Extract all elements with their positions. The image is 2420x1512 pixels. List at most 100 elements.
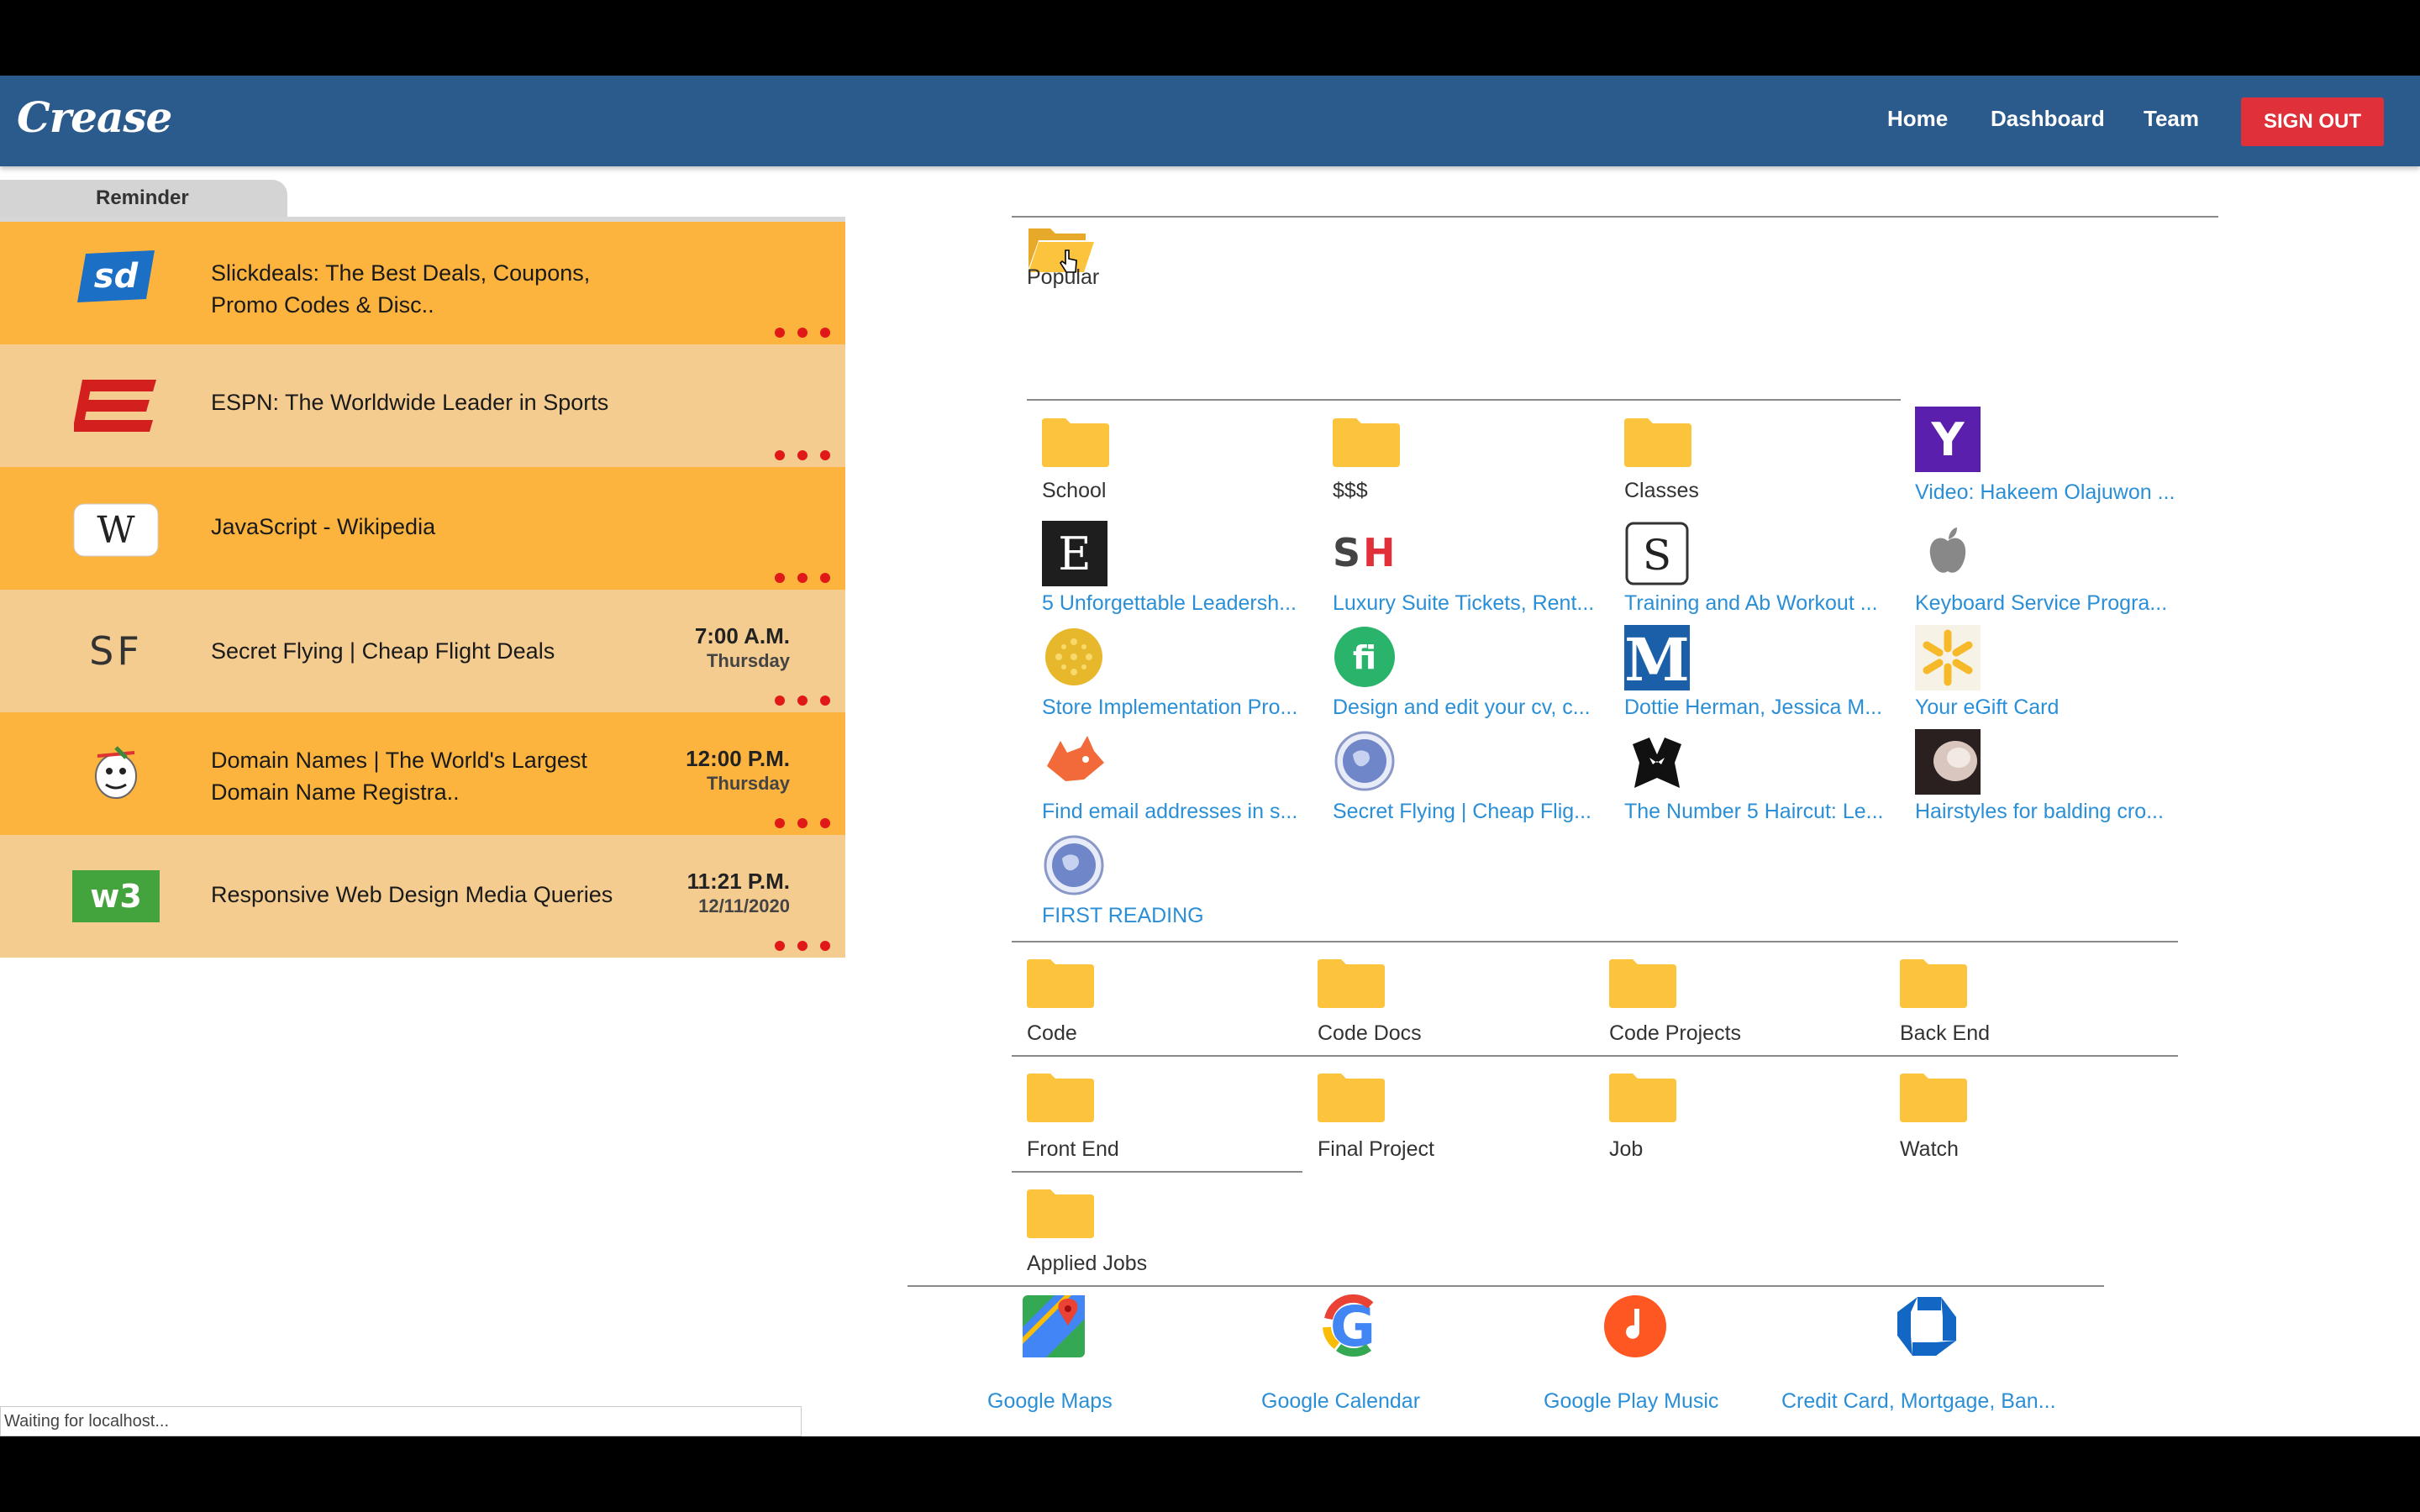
svg-text:SF: SF <box>89 628 143 674</box>
reminder-menu-button[interactable] <box>775 573 830 586</box>
folder-label: Code <box>1027 1021 1077 1045</box>
reminder-title: Responsive Web Design Media Queries <box>211 882 613 907</box>
nav-dashboard-link[interactable]: Dashboard <box>1991 106 2105 132</box>
divider <box>1012 1055 2178 1057</box>
yahoo-icon: Y <box>1915 407 1981 472</box>
reminder-tab[interactable]: Reminder <box>0 180 287 217</box>
bookmark-label: Find email addresses in s... <box>1042 800 1298 823</box>
bookmark-label: Store Implementation Pro... <box>1042 696 1298 719</box>
folder-label: Code Docs <box>1318 1021 1422 1045</box>
godaddy-icon <box>72 744 160 803</box>
entrepreneur-icon: E <box>1042 521 1107 586</box>
svg-text:E: E <box>1058 528 1091 580</box>
folder-icon <box>1900 959 1967 1008</box>
reminder-menu-button[interactable] <box>775 941 830 954</box>
suite-hop-icon: SH <box>1333 521 1398 586</box>
svg-text:S: S <box>1333 530 1358 575</box>
app-label: Google Maps <box>987 1389 1113 1413</box>
app-label: Google Calendar <box>1261 1389 1421 1413</box>
folder-label: Applied Jobs <box>1027 1252 1148 1275</box>
divider <box>1012 216 2218 218</box>
folder-label: Back End <box>1900 1021 1991 1045</box>
app-window: Crease Home Dashboard Team SIGN OUT Remi… <box>0 76 2420 1436</box>
bookmark-label: Design and edit your cv, c... <box>1333 696 1591 719</box>
folder-icon <box>1318 959 1385 1008</box>
apple-icon <box>1915 521 1981 586</box>
reminder-time: 7:00 A.M. Thursday <box>664 623 790 674</box>
folder-icon <box>1027 1189 1094 1238</box>
folder-icon <box>1900 1074 1967 1122</box>
globe-icon <box>1042 833 1107 899</box>
svg-text:w3: w3 <box>90 878 142 915</box>
folder-icon <box>1042 418 1109 467</box>
bookmark-label: The Number 5 Haircut: Le... <box>1624 800 1884 823</box>
reminder-menu-button[interactable] <box>775 818 830 832</box>
cv-design-icon: fi <box>1333 625 1398 690</box>
folder-icon <box>1609 959 1676 1008</box>
reminder-menu-button[interactable] <box>775 328 830 341</box>
svg-text:M: M <box>1624 625 1690 690</box>
bookmark-label: 5 Unforgettable Leadersh... <box>1042 591 1297 615</box>
bookmark-label: Dottie Herman, Jessica M... <box>1624 696 1883 719</box>
folder-label: $$$ <box>1333 479 1368 502</box>
wikipedia-icon: W <box>72 501 160 559</box>
reminder-item[interactable]: Domain Names | The World's Largest Domai… <box>0 712 845 835</box>
folder-icon <box>1333 418 1400 467</box>
bookmark-label: Luxury Suite Tickets, Rent... <box>1333 591 1595 615</box>
reminder-item[interactable]: W JavaScript - Wikipedia <box>0 467 845 590</box>
w3schools-icon: w3 <box>72 867 160 926</box>
bookmark-label: FIRST READING <box>1042 904 1204 927</box>
nav-team-link[interactable]: Team <box>2144 106 2199 132</box>
divider <box>908 1285 2104 1287</box>
reminder-time: 12:00 P.M. Thursday <box>664 746 790 796</box>
reminder-item[interactable]: w3 Responsive Web Design Media Queries 1… <box>0 835 845 958</box>
brand-logo[interactable]: Crease <box>17 92 172 142</box>
folder-icon <box>1027 1074 1094 1122</box>
secret-flying-icon: SF <box>72 623 160 682</box>
google-icon: G <box>1320 1294 1386 1359</box>
svg-text:H: H <box>1363 530 1396 575</box>
magazine-m-icon: M <box>1624 625 1690 690</box>
reminder-title: Secret Flying | Cheap Flight Deals <box>211 638 555 664</box>
nav-home-link[interactable]: Home <box>1887 106 1948 132</box>
reminder-time-value: 11:21 P.M. <box>687 869 790 894</box>
google-maps-icon <box>1021 1294 1086 1359</box>
reminder-title: ESPN: The Worldwide Leader in Sports <box>211 390 609 415</box>
svg-text:sd: sd <box>94 257 139 296</box>
slickdeals-icon: sd <box>72 247 160 306</box>
folder-icon <box>1027 959 1094 1008</box>
reminder-menu-button[interactable] <box>775 450 830 464</box>
svg-text:fi: fi <box>1353 639 1376 676</box>
play-music-icon <box>1602 1294 1668 1359</box>
tuxedo-icon <box>1624 729 1690 795</box>
divider <box>1012 1171 1302 1173</box>
reminder-item[interactable]: sd Slickdeals: The Best Deals, Coupons, … <box>0 222 845 344</box>
folder-icon <box>1624 418 1691 467</box>
reminder-item[interactable]: ESPN: The Worldwide Leader in Sports <box>0 344 845 467</box>
walmart-spark-icon <box>1915 625 1981 690</box>
folder-label: Classes <box>1624 479 1699 502</box>
espn-icon <box>72 376 160 435</box>
bookmark-label: Your eGift Card <box>1915 696 2060 719</box>
svg-text:W: W <box>97 509 135 552</box>
folder-label: Watch <box>1900 1137 1959 1161</box>
folder-label: Job <box>1609 1137 1644 1161</box>
reminder-day: Thursday <box>706 650 790 671</box>
folder-icon <box>1609 1074 1676 1122</box>
navbar: Crease Home Dashboard Team SIGN OUT <box>0 76 2420 166</box>
bookmark-label: Video: Hakeem Olajuwon ... <box>1915 480 2175 504</box>
reminder-time: 11:21 P.M. 12/11/2020 <box>664 869 790 919</box>
reminder-day: 12/11/2020 <box>698 895 790 916</box>
reminder-item[interactable]: SF Secret Flying | Cheap Flight Deals 7:… <box>0 590 845 712</box>
svg-text:Y: Y <box>1930 413 1965 466</box>
folder-label: School <box>1042 479 1107 502</box>
chase-octagon-icon <box>1894 1294 1960 1359</box>
globe-icon <box>1333 729 1398 795</box>
folder-label: Front End <box>1027 1137 1119 1161</box>
svg-text:S: S <box>1643 531 1671 580</box>
sign-out-button[interactable]: SIGN OUT <box>2241 97 2384 146</box>
divider <box>1027 399 1901 401</box>
reminder-day: Thursday <box>706 773 790 794</box>
reminder-time-value: 12:00 P.M. <box>686 746 790 771</box>
reminder-menu-button[interactable] <box>775 696 830 709</box>
